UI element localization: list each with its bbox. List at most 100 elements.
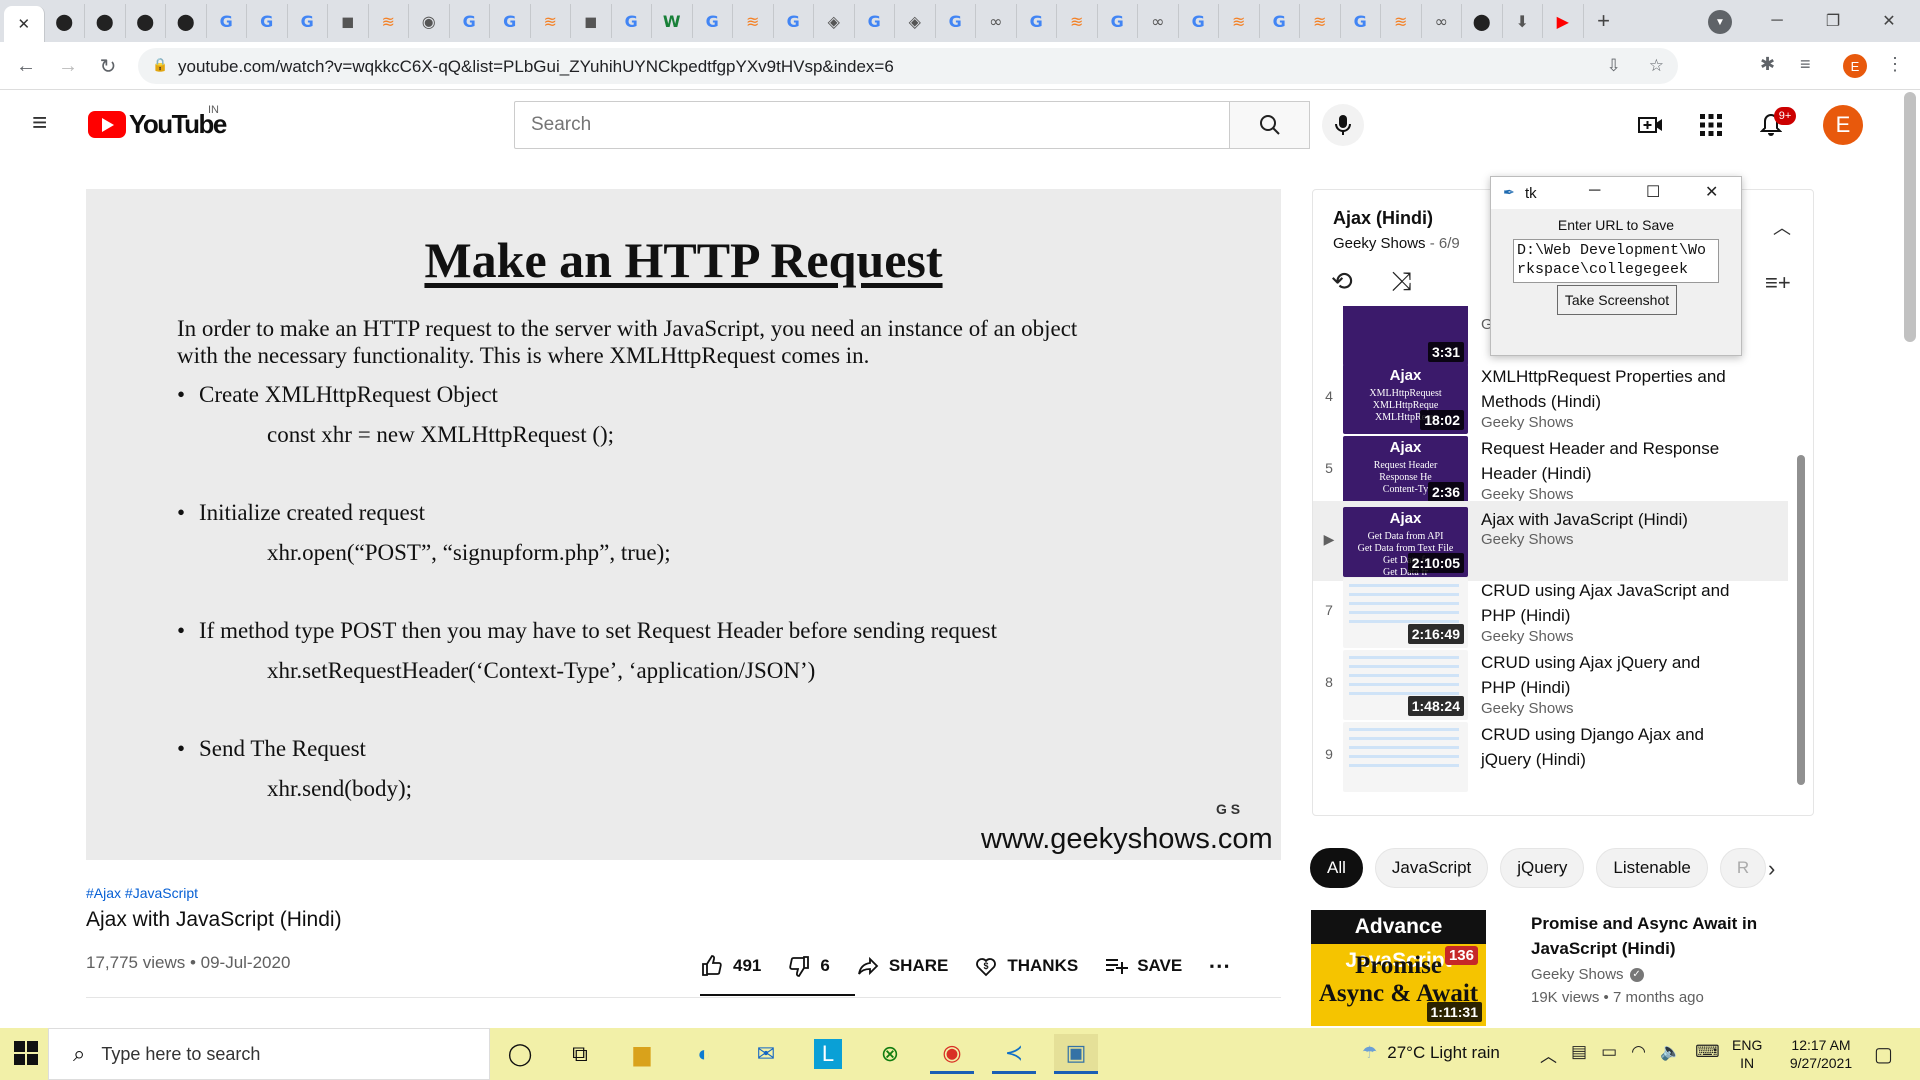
tk-titlebar[interactable]: ✒ tk ─ ☐ ✕ [1491,177,1741,209]
filter-chip[interactable]: JavaScript [1374,848,1489,888]
playlist-item-thumbnail[interactable]: Ajax Get Data from API Get Data from Text … [1343,507,1468,577]
back-icon[interactable]: ← [12,52,40,80]
save-button[interactable]: SAVE [1104,954,1182,978]
filter-chip[interactable]: Listenable [1596,848,1708,888]
menu-icon[interactable]: ≡ [32,109,58,135]
file-explorer-icon[interactable]: ▆ [620,1034,664,1074]
browser-tab[interactable]: G [774,4,814,38]
forward-icon[interactable]: → [54,52,82,80]
browser-tab[interactable]: ◉ [409,4,450,38]
playlist-item-thumbnail[interactable] [1343,722,1468,792]
take-screenshot-button[interactable]: Take Screenshot [1557,285,1677,315]
browser-tab[interactable]: ⬇ [1503,4,1543,38]
browser-tab[interactable]: ◈ [895,4,936,38]
browser-tab[interactable]: G [855,4,895,38]
tk-close-icon[interactable]: ✕ [1705,182,1718,202]
playlist-item[interactable]: 4 Ajax XMLHttpRequest XMLHttpReque XMLHttpRe… [1313,358,1788,438]
video-hashtags[interactable]: #Ajax #JavaScript [86,885,198,901]
input-language[interactable]: ENG IN [1732,1036,1762,1072]
browser-tab[interactable]: ∞ [976,4,1017,38]
browser-tab[interactable]: ◈ [814,4,855,38]
close-icon[interactable]: ✕ [17,15,30,33]
browser-tab[interactable]: ⬤ [45,4,85,38]
chevron-right-icon[interactable]: › [1768,856,1775,882]
active-tab[interactable]: ✕ [4,6,45,42]
recommended-channel[interactable]: Geeky Shows ✓ [1531,966,1644,983]
edge-icon[interactable]: ◐ [682,1034,726,1074]
playlist-scrollbar[interactable] [1797,455,1805,785]
maximize-button[interactable]: ❐ [1810,6,1856,36]
reload-icon[interactable]: ↻ [94,52,122,80]
tk-minimize-icon[interactable]: ─ [1589,182,1600,200]
browser-tab[interactable]: G [1260,4,1300,38]
browser-tab[interactable]: G [247,4,288,38]
browser-tab[interactable]: G [1017,4,1057,38]
create-video-icon[interactable] [1636,110,1666,140]
browser-tab[interactable]: ≋ [1300,4,1341,38]
recommended-title[interactable]: Promise and Async Await in JavaScript (H… [1531,911,1791,961]
mail-icon[interactable]: ✉ [744,1034,788,1074]
browser-menu-icon[interactable]: ⋮ [1886,54,1904,75]
search-input[interactable] [514,101,1230,149]
url-text[interactable]: youtube.com/watch?v=wqkkcC6X-qQ&list=PLb… [178,57,894,77]
browser-tab[interactable]: G [207,4,247,38]
browser-tab[interactable]: ⬤ [1462,4,1503,38]
minimize-button[interactable]: ─ [1754,6,1800,36]
playlist-item[interactable]: ▶ Ajax Get Data from API Get Data from Text… [1313,501,1788,581]
playlist-channel[interactable]: Geeky Shows [1333,235,1426,252]
task-view-icon[interactable]: ⧉ [558,1034,602,1074]
save-playlist-icon[interactable]: ≡+ [1765,270,1791,296]
browser-tab[interactable]: ∞ [1422,4,1462,38]
browser-tab[interactable]: G [1341,4,1381,38]
browser-tab[interactable]: G [1179,4,1219,38]
network-icon[interactable]: ◠ [1631,1042,1646,1067]
install-icon[interactable]: ⇩ [1607,56,1621,76]
apps-grid-icon[interactable] [1696,110,1726,140]
browser-tab[interactable]: ⬤ [126,4,166,38]
close-window-button[interactable]: ✕ [1866,6,1912,36]
battery-icon[interactable]: ▭ [1601,1042,1617,1067]
browser-tab[interactable]: ◼ [571,4,612,38]
voice-search-button[interactable] [1322,104,1364,146]
page-scrollbar[interactable] [1904,92,1916,342]
filter-chip[interactable]: jQuery [1500,848,1585,888]
playlist-item-thumbnail[interactable]: Ajax XMLHttpRequest XMLHttpReque XMLHttpReq… [1343,364,1468,434]
cortana-icon[interactable]: ◯ [498,1034,542,1074]
browser-profile-avatar[interactable]: E [1843,54,1867,78]
filter-chip[interactable]: All [1310,848,1363,888]
browser-tab[interactable]: G [450,4,490,38]
playlist-item[interactable]: 9 CRUD using Django Ajax and jQuery (Hind… [1313,716,1788,796]
dislike-button[interactable]: 6 [787,954,830,978]
chrome-icon[interactable]: ◉ [930,1034,974,1074]
youtube-logo[interactable]: YouTube [88,109,227,140]
taskbar-clock[interactable]: 12:17 AM 9/27/2021 [1775,1036,1867,1072]
bookmark-star-icon[interactable]: ☆ [1649,56,1664,76]
loop-icon[interactable]: ⟲ [1331,266,1353,297]
vscode-icon[interactable]: ≺ [992,1034,1036,1074]
browser-tab[interactable]: ∞ [1138,4,1179,38]
action-center-icon[interactable]: ▢ [1874,1042,1893,1067]
more-actions-button[interactable]: ⋯ [1208,953,1230,979]
like-button[interactable]: 491 [700,954,761,978]
browser-tab[interactable]: G [936,4,976,38]
browser-tab[interactable]: ≋ [1057,4,1098,38]
taskbar-search-box[interactable]: ⌕ Type here to search [48,1028,490,1080]
show-hidden-icons-icon[interactable]: ︿ [1540,1042,1557,1067]
shuffle-icon[interactable]: ⤨ [1391,266,1412,298]
browser-tab[interactable]: ≋ [369,4,409,38]
playlist-item[interactable]: 7 2:16:49 CRUD using Ajax JavaScript and P… [1313,572,1788,652]
browser-tab[interactable]: ≋ [1381,4,1422,38]
browser-tab[interactable]: G [693,4,733,38]
recommended-thumbnail[interactable]: Advance JavaScript 136 Promise Async & Aw… [1311,910,1486,1026]
account-avatar[interactable]: E [1823,105,1863,145]
browser-tab[interactable]: ≋ [1219,4,1260,38]
address-bar[interactable]: 🔒 youtube.com/watch?v=wqkkcC6X-qQ&list=P… [138,48,1678,84]
browser-tab[interactable]: ≋ [733,4,774,38]
python-tk-icon[interactable]: ▣ [1054,1034,1098,1074]
browser-tab[interactable]: W [652,4,693,38]
search-button[interactable] [1230,101,1310,149]
windows-start-icon[interactable] [14,1041,38,1070]
weather-widget[interactable]: ☂ 27°C Light rain [1362,1043,1500,1063]
browser-tab[interactable]: G [612,4,652,38]
playlist-item[interactable]: 5 Ajax Request Header Response He Content-Ty… [1313,430,1788,510]
